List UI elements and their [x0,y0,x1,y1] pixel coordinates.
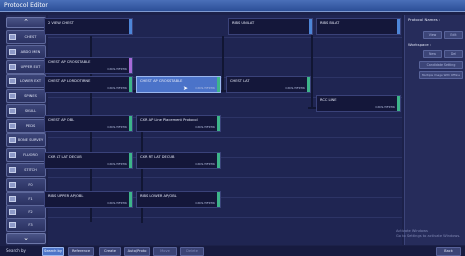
sidebar-item-skull[interactable]: SKULL [6,104,46,118]
sidebar-item-f2[interactable]: F2 [6,205,46,219]
sidebar-item-fluoro[interactable]: FLUORO [6,148,46,162]
protocol-card-ribs-upper-ap-obl[interactable]: RIBS UPPER AP/OBL CXCS-TIFKTIK [44,191,133,208]
checkbox-icon [9,34,16,40]
status-tick [217,116,220,131]
sidebar-item-lower-ext[interactable]: LOWER EXT [6,74,46,88]
activate-windows-watermark: Activate Windows Go to Settings to activ… [396,229,461,238]
workspace-label: Workspace : [408,42,432,47]
protocol-card-rcc-line[interactable]: RCC LINE CXCS-TIFKTIK [316,95,401,112]
multiple-image-offline-button[interactable]: Multiple Image With Offline [419,71,463,79]
protocol-card-ribs-unilat[interactable]: RIBS UNILAT [228,18,313,35]
protocol-card-chest-ap-crosstable-selected[interactable]: CHEST AP CROSSTABLE CXCS-TIFKTIK [136,76,221,93]
status-tick [397,96,400,111]
grid-divider [48,37,402,38]
candidate-setting-button[interactable]: Candidate Setting [419,61,463,69]
sidebar-item-f0[interactable]: F0 [6,178,46,192]
checkbox-icon [9,182,16,188]
new-button[interactable]: New [423,50,442,58]
sidebar-item-f1[interactable]: F1 [6,192,46,206]
checkbox-icon [9,137,16,143]
grid-divider [48,217,402,218]
protocol-card-chest-lat[interactable]: CHEST LAT CXCS-TIFKTIK [226,76,311,93]
protocol-card-2-view-chest[interactable]: 2 VIEW CHEST [44,18,133,35]
checkbox-icon [9,152,16,158]
grid-divider [48,137,402,138]
protocol-card-ribs-bilat[interactable]: RIBS BILAT [316,18,401,35]
status-tick [217,77,220,92]
protocol-card-ribs-lower-ap-obl[interactable]: RIBS LOWER AP/OBL CXCS-TIFKTIK [136,191,221,208]
search-by-button[interactable]: Search by [42,247,64,256]
status-tick [129,58,132,73]
body-part-sidebar: ⌃ CHEST ABDO MEN UPPER EXT LOWER EXT SPI… [6,15,46,245]
checkbox-icon [9,78,16,84]
checkbox-icon [9,222,16,228]
connector-line [222,36,224,92]
checkbox-icon [9,167,16,173]
checkbox-icon [9,108,16,114]
back-button[interactable]: Back [436,247,461,256]
sidebar-item-bone-survey[interactable]: BONE SURVEY [6,133,46,147]
checkbox-icon [9,64,16,70]
move-button[interactable]: Move [153,247,177,256]
checkbox-icon [9,196,16,202]
delete-workspace-button[interactable]: Del [444,50,463,58]
status-tick [129,19,132,34]
status-tick [129,77,132,92]
status-tick [129,192,132,207]
grid-divider [48,177,402,178]
auto-proto-button[interactable]: Auto/Proto [124,247,150,256]
sidebar-item-stitch[interactable]: STITCH [6,163,46,177]
sidebar-item-upper-ext[interactable]: UPPER EXT [6,60,46,74]
bottom-toolbar: Search by Search by Reference Create Aut… [0,246,465,256]
sidebar-item-spines[interactable]: SPINES [6,89,46,103]
create-button[interactable]: Create [99,247,121,256]
checkbox-icon [9,93,16,99]
protocol-names-label: Protocol Names : [408,17,441,22]
delete-button[interactable]: Delete [180,247,204,256]
reference-button[interactable]: Reference [68,247,94,256]
sidebar-item-abdomen[interactable]: ABDO MEN [6,45,46,59]
protocol-card-cxr-lt-lat-decub[interactable]: CXR LT LAT DECUB CXCS-TIFKTIK [44,152,133,169]
edit-button[interactable]: Edit [444,31,463,39]
scroll-up-button[interactable]: ⌃ [6,17,46,28]
sidebar-item-chest[interactable]: CHEST [6,30,46,44]
protocol-card-chest-ap-crosstable[interactable]: CHEST AP CROSSTABLE CXCS-TIFKTIK [44,57,133,74]
sidebar-item-peds[interactable]: PEDS [6,119,46,133]
status-tick [217,192,220,207]
sidebar-item-f3[interactable]: F3 [6,218,46,232]
status-tick [217,153,220,168]
status-tick [397,19,400,34]
mouse-cursor-icon: ➤ [183,85,189,92]
view-button[interactable]: View [423,31,442,39]
status-tick [309,19,312,34]
checkbox-icon [9,123,16,129]
status-tick [307,77,310,92]
window-title: Protocol Editor [0,0,465,12]
protocol-grid: 2 VIEW CHEST RIBS UNILAT RIBS BILAT CHES… [44,15,402,245]
scroll-down-button[interactable]: ⌄ [6,233,46,244]
protocol-card-chest-ap-lordotic[interactable]: CHEST AP LORDOTIRNE CXCS-TIFKTIK [44,76,133,93]
status-tick [129,116,132,131]
protocol-card-cxr-ap-line-placement[interactable]: CXR AP Line Placement Protocol CXCS-TIFK… [136,115,221,132]
search-by-label: Search by [6,248,26,253]
checkbox-icon [9,209,16,215]
status-tick [129,153,132,168]
protocol-settings-panel: Protocol Names : View Edit Workspace : N… [404,15,465,245]
protocol-card-cxr-rt-lat-decub[interactable]: CXR RT LAT DECUB CXCS-TIFKTIK [136,152,221,169]
checkbox-icon [9,49,16,55]
connector-line [141,129,143,223]
protocol-card-chest-ap-obl[interactable]: CHEST AP OBL CXCS-TIFKTIK [44,115,133,132]
